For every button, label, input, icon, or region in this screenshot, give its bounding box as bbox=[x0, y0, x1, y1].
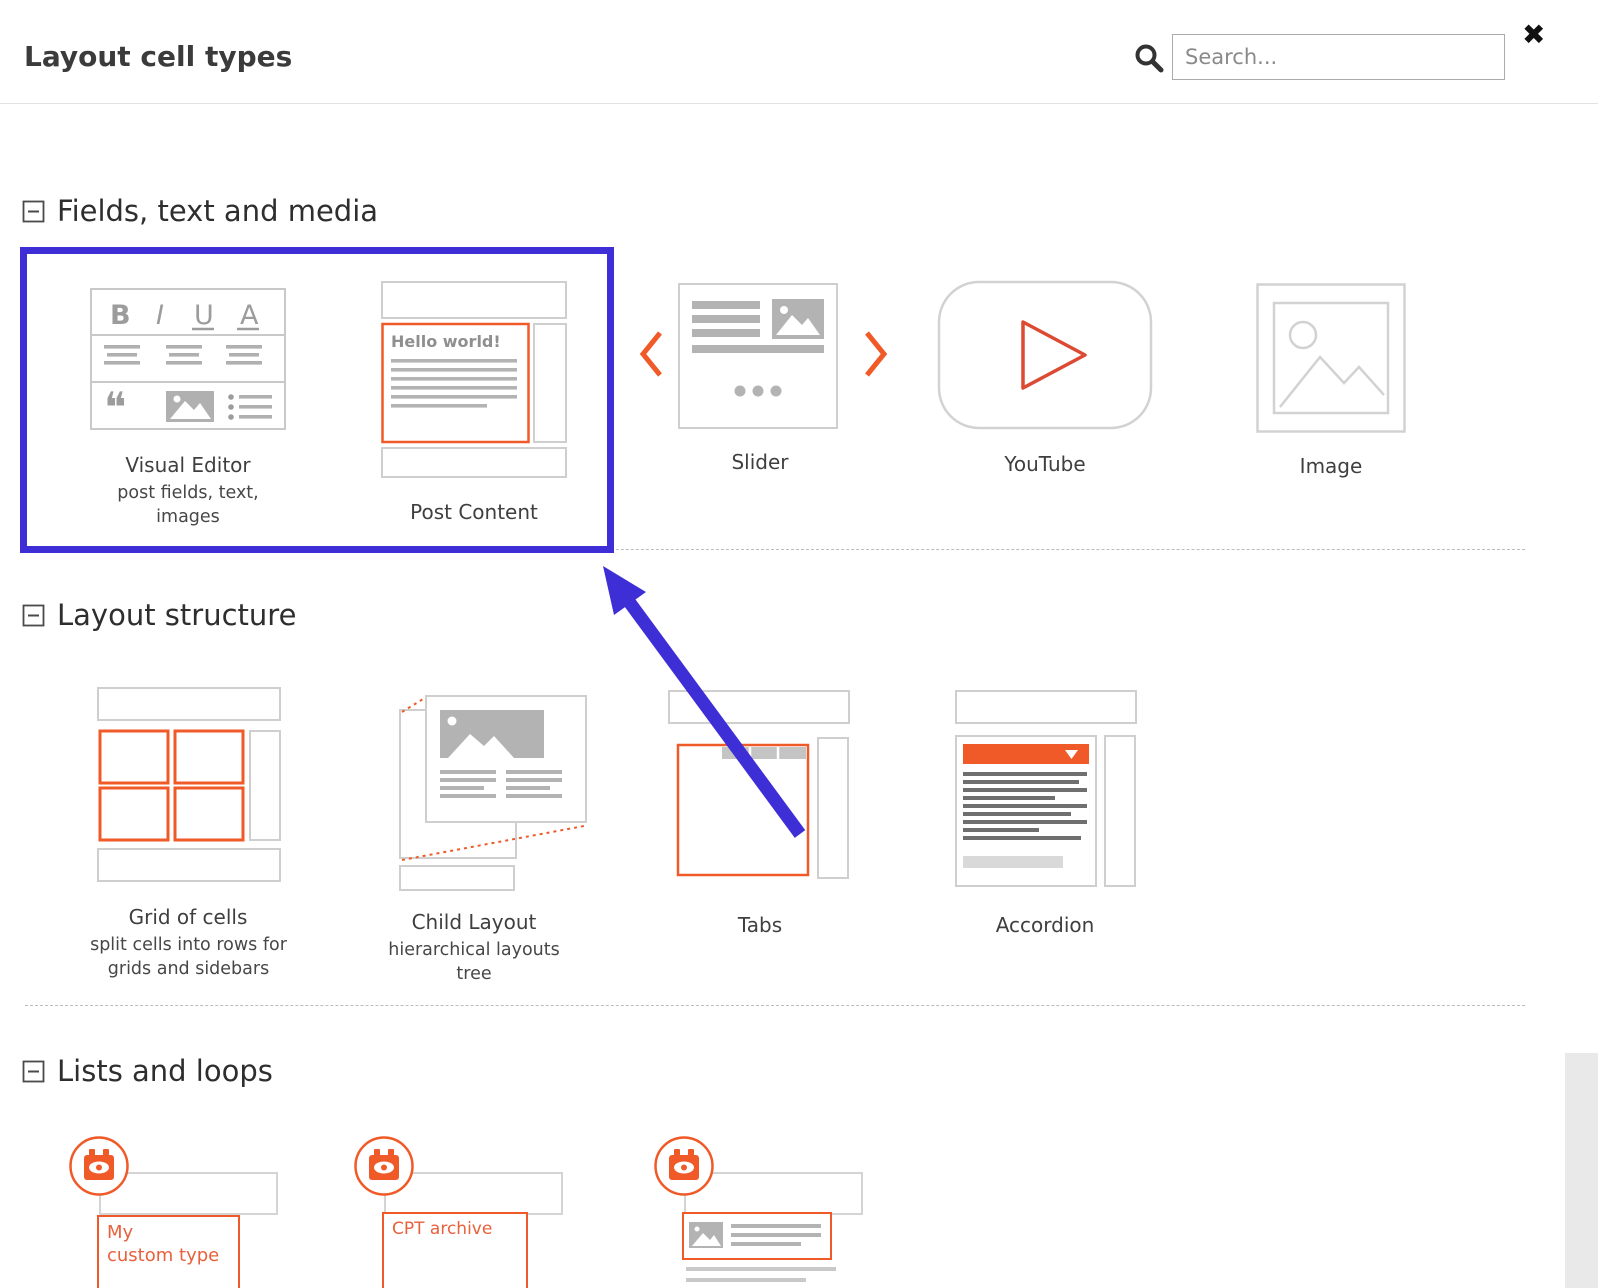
chevron-right-icon bbox=[863, 330, 889, 378]
cell-sublabel: post fields, text, images bbox=[98, 481, 278, 529]
section-divider bbox=[25, 1005, 1525, 1006]
scrollbar-thumb[interactable] bbox=[1565, 1053, 1598, 1288]
dialog-header: Layout cell types ✖ bbox=[0, 0, 1598, 104]
loop-preview-box bbox=[682, 1212, 832, 1260]
section-divider bbox=[25, 549, 1525, 550]
cell-label: Accordion bbox=[925, 913, 1165, 937]
search-input[interactable] bbox=[1172, 34, 1505, 80]
layout-cell-types-dialog: Layout cell types ✖ Fields, text and med… bbox=[0, 0, 1598, 1288]
chevron-left-icon bbox=[638, 330, 664, 378]
section-header-lists: Lists and loops bbox=[22, 1054, 273, 1088]
blockquote-icon: ❝ bbox=[104, 383, 127, 430]
cell-label: Child Layout bbox=[354, 910, 594, 934]
section-title: Lists and loops bbox=[57, 1054, 273, 1088]
loop-preview-box: CPT archive bbox=[382, 1212, 528, 1288]
visual-editor-icon: B I U A ❝ bbox=[90, 288, 286, 430]
section-title: Fields, text and media bbox=[57, 194, 378, 228]
svg-text:U: U bbox=[194, 300, 214, 331]
cell-label: Slider bbox=[640, 450, 880, 474]
image-thumb-icon bbox=[440, 710, 544, 758]
cell-label: Post Content bbox=[354, 500, 594, 524]
section-title: Layout structure bbox=[57, 598, 296, 632]
cell-label: Image bbox=[1211, 454, 1451, 478]
collapse-minus-icon[interactable] bbox=[22, 604, 45, 627]
tabs-icon bbox=[668, 690, 850, 888]
loop-eye-badge-icon bbox=[353, 1135, 415, 1197]
accordion-icon bbox=[955, 690, 1137, 890]
grid-of-cells-icon bbox=[97, 687, 281, 883]
cell-label: Grid of cells bbox=[68, 905, 308, 929]
search-icon bbox=[1133, 42, 1165, 74]
loop-preview-box: My custom type bbox=[97, 1215, 240, 1288]
svg-text:B: B bbox=[110, 300, 131, 331]
image-thumb-icon bbox=[772, 299, 824, 339]
collapse-minus-icon[interactable] bbox=[22, 200, 45, 223]
post-preview-icon bbox=[685, 1214, 829, 1258]
image-icon bbox=[1256, 283, 1406, 433]
loop-eye-badge-icon bbox=[68, 1135, 130, 1197]
collapse-minus-icon[interactable] bbox=[22, 1060, 45, 1083]
cell-type-content-loop[interactable] bbox=[653, 1135, 873, 1288]
slider-icon bbox=[678, 283, 838, 429]
loop-eye-badge-icon bbox=[653, 1135, 715, 1197]
youtube-icon bbox=[937, 280, 1153, 430]
child-layout-icon bbox=[398, 680, 590, 892]
cell-type-custom-type-loop[interactable]: My custom type bbox=[68, 1135, 288, 1288]
image-thumb-icon bbox=[166, 391, 214, 422]
post-content-icon: Hello world! bbox=[381, 281, 567, 479]
close-icon[interactable]: ✖ bbox=[1522, 18, 1545, 51]
section-header-structure: Layout structure bbox=[22, 598, 296, 632]
loop-extra-lines bbox=[686, 1267, 838, 1288]
cell-label: Visual Editor bbox=[68, 453, 308, 477]
cell-sublabel: split cells into rows for grids and side… bbox=[76, 933, 301, 981]
svg-text:I: I bbox=[156, 300, 164, 331]
cell-label: YouTube bbox=[925, 452, 1165, 476]
cell-sublabel: hierarchical layouts tree bbox=[376, 938, 572, 986]
loop-preview-text: My custom type bbox=[99, 1217, 238, 1272]
loop-preview-text: CPT archive bbox=[384, 1214, 526, 1245]
cell-label: Tabs bbox=[640, 913, 880, 937]
svg-text:Hello world!: Hello world! bbox=[391, 332, 501, 351]
svg-text:A: A bbox=[240, 300, 259, 331]
section-header-fields: Fields, text and media bbox=[22, 194, 378, 228]
page-title: Layout cell types bbox=[24, 40, 292, 73]
cell-type-cpt-archive-loop[interactable]: CPT archive bbox=[353, 1135, 573, 1288]
